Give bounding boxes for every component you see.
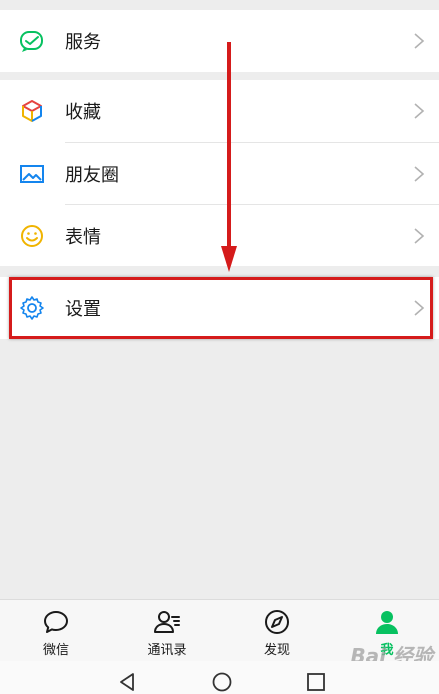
cube-icon	[19, 98, 45, 124]
chevron-right-icon	[413, 165, 425, 183]
tab-label: 发现	[263, 643, 290, 658]
menu-item-label: 收藏	[65, 102, 101, 123]
recents-square-icon[interactable]	[305, 671, 327, 693]
chevron-right-icon	[413, 227, 425, 245]
contacts-icon	[153, 608, 181, 636]
menu-item-label: 服务	[65, 32, 101, 53]
home-circle-icon[interactable]	[211, 671, 233, 693]
menu-item-favorites[interactable]: 收藏	[0, 80, 439, 142]
tab-label: 通讯录	[147, 643, 187, 658]
menu-item-settings[interactable]: 设置	[0, 277, 439, 339]
tab-discover[interactable]: 发现	[237, 600, 317, 662]
tab-chats[interactable]: 微信	[16, 600, 96, 662]
tab-label: 微信	[42, 643, 69, 658]
menu-item-label: 朋友圈	[65, 164, 119, 186]
image-icon	[19, 161, 45, 187]
menu-item-stickers[interactable]: 表情	[0, 205, 439, 266]
chevron-right-icon	[413, 32, 425, 50]
chat-bubble-icon	[42, 608, 70, 636]
compass-icon	[263, 608, 291, 636]
menu-item-moments[interactable]: 朋友圈	[0, 143, 439, 204]
wechat-pay-icon	[19, 28, 45, 54]
menu-item-service[interactable]: 服务	[0, 10, 439, 72]
smiley-icon	[19, 223, 45, 249]
chevron-right-icon	[413, 299, 425, 317]
menu-item-label: 表情	[65, 226, 101, 248]
chevron-right-icon	[413, 102, 425, 120]
settings-group: 设置	[0, 277, 439, 339]
back-triangle-icon[interactable]	[116, 671, 138, 693]
favorites-group: 收藏 朋友圈 表情	[0, 80, 439, 266]
system-nav-bar	[0, 661, 439, 694]
service-group: 服务	[0, 10, 439, 72]
tab-contacts[interactable]: 通讯录	[127, 600, 207, 662]
person-icon	[373, 608, 401, 636]
menu-item-label: 设置	[65, 299, 101, 320]
gear-icon	[19, 295, 45, 321]
